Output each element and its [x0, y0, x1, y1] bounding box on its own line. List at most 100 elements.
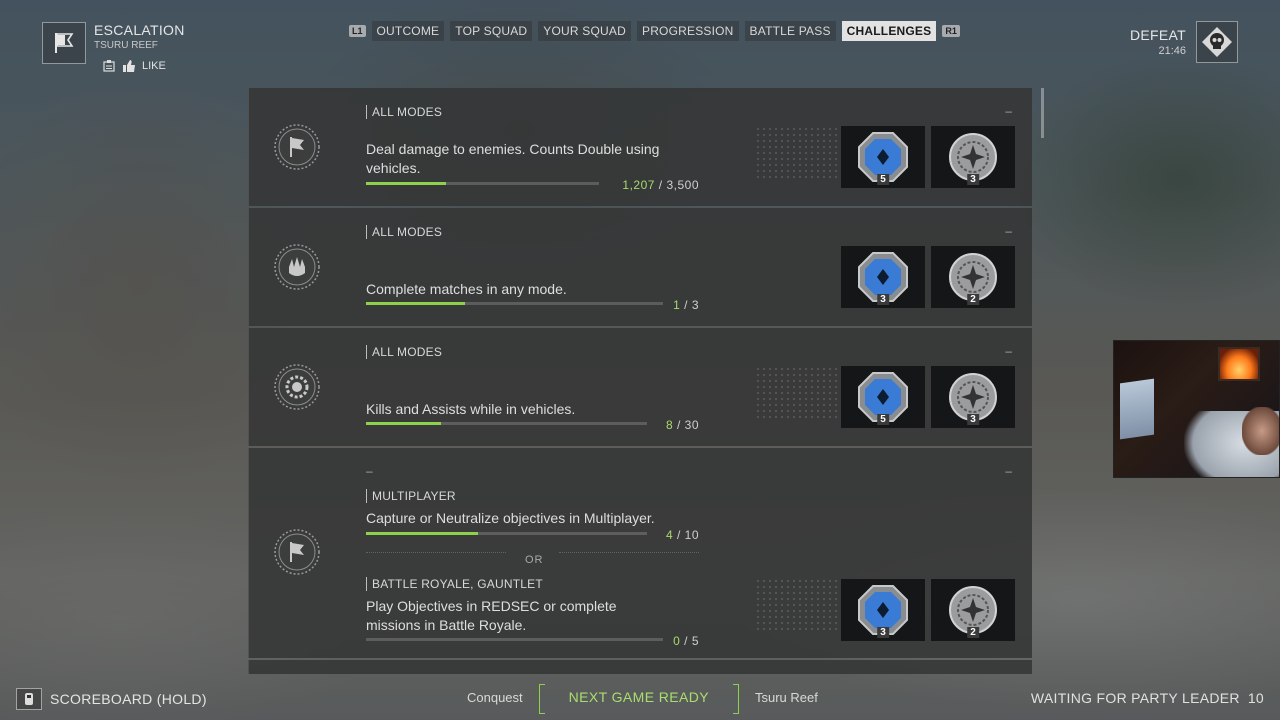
challenge-description: Play Objectives in REDSEC or complete mi… [366, 598, 617, 633]
challenge-mode: BATTLE ROYALE, GAUNTLET [366, 577, 543, 591]
webcam-overlay [1113, 340, 1280, 478]
challenge-description: Kills and Assists while in vehicles. [366, 401, 576, 417]
progress-fill [366, 182, 447, 185]
reward-count: 2 [967, 627, 979, 638]
flag-emblem-icon [274, 124, 320, 170]
match-info: ESCALATION TSURU REEF LIKE [42, 22, 185, 73]
l1-key-hint: L1 [349, 25, 366, 37]
or-label: OR [525, 554, 544, 566]
challenge-card[interactable]: – – MULTIPLAYER Capture or Neutralize ob… [248, 448, 1032, 658]
reward-slot[interactable]: 3 [931, 126, 1015, 188]
tab-top-squad[interactable]: TOP SQUAD [450, 21, 533, 41]
gear-emblem-icon [274, 364, 320, 410]
next-mode: Conquest [467, 689, 523, 705]
tab-your-squad[interactable]: YOUR SQUAD [538, 21, 631, 41]
progress-current: 8 [665, 418, 674, 432]
fireplace [1218, 347, 1260, 381]
next-game-ready: NEXT GAME READY [538, 684, 740, 714]
challenge-description: Complete matches in any mode. [366, 281, 567, 297]
reward-slot[interactable]: 3 [931, 366, 1015, 428]
challenge-progress-bar [366, 532, 647, 535]
challenge-progress-text: 1,207 / 3,500 [622, 178, 699, 192]
challenge-dash: – [1005, 104, 1012, 118]
challenge-card[interactable]: ALL MODES Complete matches in any mode. … [248, 208, 1032, 326]
reward-slot[interactable]: 2 [931, 246, 1015, 308]
flag-icon [42, 22, 86, 64]
scrollbar[interactable] [1041, 88, 1044, 138]
challenge-mode: ALL MODES [366, 345, 442, 359]
thumbs-up-icon [123, 60, 135, 72]
claw-emblem-icon [274, 244, 320, 290]
reward-slot[interactable]: 3 [841, 579, 925, 641]
like-button[interactable]: LIKE [102, 59, 185, 73]
result-time: 21:46 [1158, 45, 1186, 57]
reward-slot[interactable]: 2 [931, 579, 1015, 641]
flag-emblem-icon [274, 529, 320, 575]
tab-progression[interactable]: PROGRESSION [636, 21, 739, 41]
separator [366, 552, 506, 553]
streamer-head [1242, 407, 1279, 455]
dot-pattern [755, 366, 837, 422]
tab-bar: L1 OUTCOME TOP SQUAD YOUR SQUAD PROGRESS… [349, 21, 960, 41]
waiting-label: WAITING FOR PARTY LEADER [1030, 690, 1240, 706]
progress-fill [366, 532, 479, 535]
challenge-mode: ALL MODES [366, 105, 442, 119]
challenge-progress-bar [366, 302, 663, 305]
challenge-description: Deal damage to enemies. Counts Double us… [366, 141, 660, 176]
challenge-list[interactable]: ALL MODES Deal damage to enemies. Counts… [248, 88, 1032, 674]
reward-count: 3 [877, 627, 889, 638]
tab-challenges[interactable]: CHALLENGES [841, 21, 937, 41]
challenge-dash-left: – [366, 464, 373, 478]
next-game-status: Conquest NEXT GAME READY Tsuru Reef [467, 684, 818, 714]
challenge-card[interactable]: ALL MODES Deal damage to enemies. Counts… [248, 88, 1032, 206]
like-label: LIKE [142, 60, 166, 72]
challenge-progress-text: 4 / 10 [665, 528, 699, 542]
challenge-progress-text: 0 / 5 [673, 634, 699, 648]
progress-target: 5 [691, 634, 699, 648]
scoreboard-label: SCOREBOARD (HOLD) [50, 691, 207, 707]
reward-count: 5 [877, 414, 889, 425]
progress-current: 1 [673, 298, 681, 312]
r1-key-hint: R1 [942, 25, 960, 37]
dot-pattern [755, 126, 837, 182]
progress-current: 4 [665, 528, 674, 542]
monitor [1120, 378, 1154, 440]
reward-slot[interactable]: 3 [841, 246, 925, 308]
tab-battle-pass[interactable]: BATTLE PASS [744, 21, 836, 41]
challenge-description: Capture or Neutralize objectives in Mult… [366, 510, 655, 526]
tab-outcome[interactable]: OUTCOME [371, 21, 445, 41]
challenge-dash: – [1005, 464, 1012, 478]
challenge-dash: – [1005, 224, 1012, 238]
challenge-mode: ALL MODES [366, 225, 442, 239]
reward-count: 3 [967, 414, 979, 425]
challenge-progress-text: 1 / 3 [673, 298, 699, 312]
progress-target: 3 [691, 298, 699, 312]
challenge-progress-bar [366, 422, 647, 425]
challenge-progress-bar [366, 182, 599, 185]
mode-title: ESCALATION [94, 22, 185, 38]
progress-target: 30 [684, 418, 699, 432]
map-name: TSURU REEF [94, 40, 158, 51]
challenge-card-partial [248, 660, 1032, 674]
challenge-dash: – [1005, 344, 1012, 358]
challenge-card[interactable]: ALL MODES Kills and Assists while in veh… [248, 328, 1032, 446]
reward-count: 5 [877, 174, 889, 185]
dot-pattern [755, 578, 837, 634]
progress-current: 1,207 [622, 178, 655, 192]
result-label: DEFEAT [1130, 27, 1186, 43]
reward-slot[interactable]: 5 [841, 126, 925, 188]
reward-slot[interactable]: 5 [841, 366, 925, 428]
match-result: DEFEAT 21:46 [1130, 21, 1238, 63]
waiting-count: 10 [1247, 690, 1264, 706]
separator [559, 552, 699, 553]
next-map: Tsuru Reef [754, 689, 818, 705]
scoreboard-hint[interactable]: SCOREBOARD (HOLD) [16, 688, 207, 710]
progress-fill [366, 302, 465, 305]
reward-count: 3 [877, 294, 889, 305]
progress-current: 0 [673, 634, 681, 648]
touchpad-button-icon [16, 688, 42, 710]
reward-count: 2 [967, 294, 979, 305]
party-status: WAITING FOR PARTY LEADER 10 [1031, 690, 1264, 706]
challenge-mode: MULTIPLAYER [366, 489, 456, 503]
progress-target: 10 [684, 528, 699, 542]
